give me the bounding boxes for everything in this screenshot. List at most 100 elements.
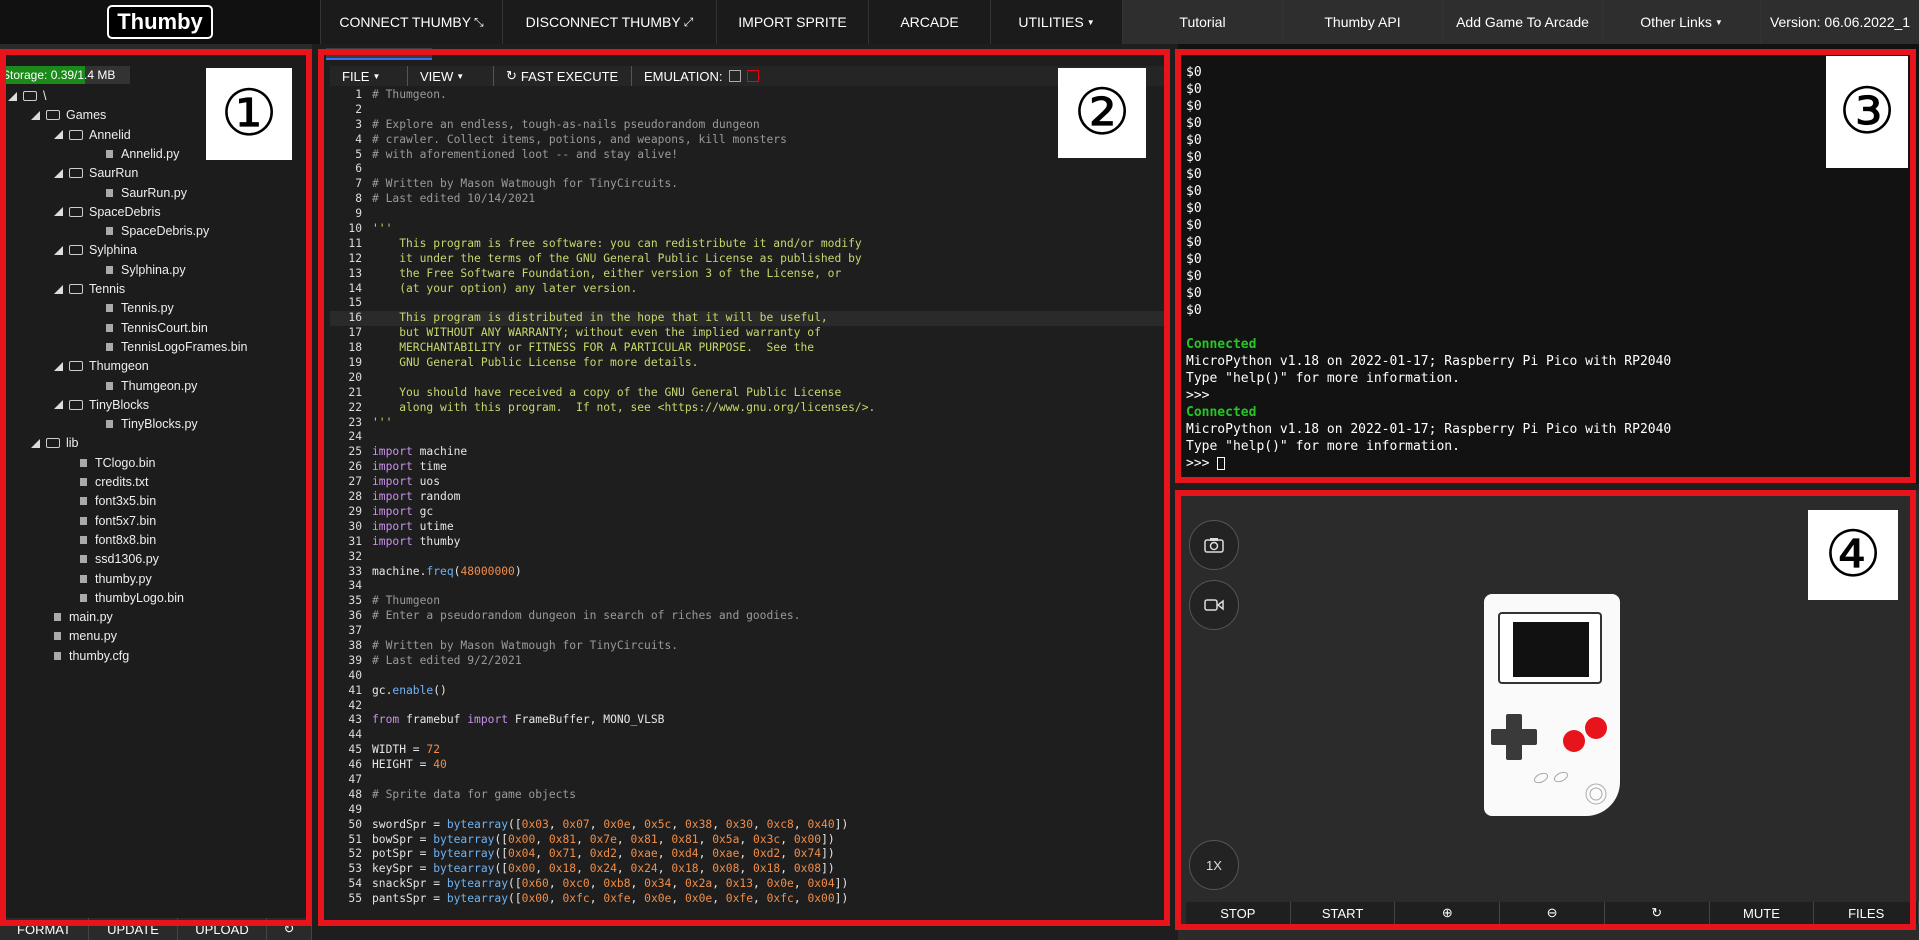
expand-triangle-icon[interactable] <box>54 284 63 294</box>
fast-execute-button[interactable]: ↻ FAST EXECUTE <box>494 66 632 86</box>
code-line: 17 but WITHOUT ANY WARRANTY; without eve… <box>330 326 1166 341</box>
expand-triangle-icon[interactable] <box>54 130 63 140</box>
tree-folder[interactable]: Sylphina <box>54 240 137 260</box>
zoom-in-icon[interactable]: ⊕ <box>1395 902 1501 924</box>
code-line: 46 HEIGHT = 40 <box>330 758 1166 773</box>
tree-file[interactable]: Annelid.py <box>106 144 179 164</box>
reset-icon[interactable]: ↻ <box>1605 902 1710 924</box>
files-button[interactable]: FILES <box>1814 902 1919 924</box>
tree-folder[interactable]: TinyBlocks <box>54 395 149 415</box>
tree-file[interactable]: main.py <box>54 607 113 627</box>
a-button <box>1585 717 1607 739</box>
dpad-icon[interactable] <box>1491 714 1537 760</box>
caret-down-icon: ▼ <box>1714 17 1723 27</box>
disconnect-thumby-button[interactable]: DISCONNECT THUMBY ⤢ <box>502 0 716 44</box>
import-sprite-button[interactable]: IMPORT SPRITE <box>716 0 868 44</box>
tree-file[interactable]: TennisCourt.bin <box>106 318 208 338</box>
expand-triangle-icon[interactable] <box>54 400 63 410</box>
tree-folder[interactable]: Tennis <box>54 279 125 299</box>
file-menu[interactable]: FILE ▼ <box>330 66 408 86</box>
shell-line: $0 <box>1186 252 1202 267</box>
mute-button[interactable]: MUTE <box>1710 902 1815 924</box>
tree-folder[interactable]: \ <box>8 86 46 106</box>
shell-line: $0 <box>1186 99 1202 114</box>
tree-file[interactable]: Thumgeon.py <box>106 376 197 396</box>
video-camera-icon[interactable] <box>1189 580 1239 630</box>
code-editor[interactable]: 1 # Thumgeon. 2 3 # Explore an endless, toug… <box>330 88 1166 938</box>
line-number: 24 <box>348 430 362 444</box>
tree-file[interactable]: SpaceDebris.py <box>106 221 209 241</box>
add-game-to-arcade-link[interactable]: Add Game To Arcade <box>1442 0 1602 44</box>
tree-file[interactable]: Tennis.py <box>106 298 174 318</box>
expand-triangle-icon[interactable] <box>54 168 63 178</box>
expand-triangle-icon[interactable] <box>54 207 63 217</box>
tree-folder[interactable]: SaurRun <box>54 163 138 183</box>
tree-file[interactable]: Sylphina.py <box>106 260 186 280</box>
tree-file[interactable]: font3x5.bin <box>80 491 156 511</box>
tree-file[interactable]: TClogo.bin <box>80 453 155 473</box>
tree-folder[interactable]: SpaceDebris <box>54 202 161 222</box>
tree-file[interactable]: thumby.cfg <box>54 646 129 666</box>
tree-folder[interactable]: Annelid <box>54 125 131 145</box>
tree-folder[interactable]: Thumgeon <box>54 356 149 376</box>
update-button[interactable]: UPDATE <box>89 918 178 940</box>
line-number: 12 <box>348 251 362 265</box>
tree-file[interactable]: TennisLogoFrames.bin <box>106 337 247 357</box>
tree-file[interactable]: ssd1306.py <box>80 549 159 569</box>
tree-item-label: \ <box>43 89 47 103</box>
tree-file[interactable]: SaurRun.py <box>106 183 187 203</box>
view-menu[interactable]: VIEW ▼ <box>408 66 494 86</box>
tree-folder[interactable]: Games <box>31 105 106 125</box>
zoom-button[interactable]: 1X <box>1189 840 1239 890</box>
stop-button[interactable]: STOP <box>1186 902 1291 924</box>
line-number: 16 <box>348 311 362 325</box>
tree-folder[interactable]: lib <box>31 433 79 453</box>
tree-file[interactable]: menu.py <box>54 626 117 646</box>
expand-triangle-icon[interactable] <box>54 245 63 255</box>
other-links-dropdown[interactable]: Other Links ▼ <box>1602 0 1760 44</box>
utilities-dropdown[interactable]: UTILITIES ▼ <box>990 0 1122 44</box>
start-button[interactable]: START <box>1291 902 1396 924</box>
code-line: 34 <box>330 579 1166 594</box>
camera-icon[interactable] <box>1189 520 1239 570</box>
tutorial-link[interactable]: Tutorial <box>1122 0 1282 44</box>
format-button[interactable]: FORMAT <box>0 918 89 940</box>
code-line: 11 This program is free software: you ca… <box>330 237 1166 252</box>
editor-tab[interactable] <box>326 48 432 60</box>
tree-file[interactable]: font8x8.bin <box>80 530 156 550</box>
upload-button[interactable]: UPLOAD <box>178 918 267 940</box>
emulation-checkbox[interactable] <box>728 70 741 82</box>
expand-triangle-icon[interactable] <box>31 438 40 448</box>
tree-file[interactable]: TinyBlocks.py <box>106 414 198 434</box>
code-line: 22 along with this program. If not, see … <box>330 401 1166 416</box>
connect-thumby-button[interactable]: CONNECT THUMBY ⤡ <box>320 0 502 44</box>
refresh-icon[interactable]: ↻ <box>267 918 312 940</box>
tree-item-label: Tennis.py <box>121 301 174 316</box>
zoom-out-icon[interactable]: ⊖ <box>1500 902 1605 924</box>
tree-item-label: Thumgeon <box>89 359 149 374</box>
tree-file[interactable]: thumbyLogo.bin <box>80 588 184 608</box>
code-line: 7 # Written by Mason Watmough for TinyCir… <box>330 177 1166 192</box>
shell-line: Connected <box>1186 337 1257 352</box>
tree-file[interactable]: font5x7.bin <box>80 511 156 531</box>
shell-terminal[interactable]: $0 $0 $0 $0 $0 $0 $0 $0 $0 $0 $0 $0 $0 $0 $0 Connected M… <box>1186 64 1886 474</box>
expand-triangle-icon[interactable] <box>8 91 17 101</box>
line-number: 23 <box>348 415 362 429</box>
tree-item-label: TinyBlocks <box>89 397 149 412</box>
emulation-color-swatch[interactable] <box>746 70 759 82</box>
arcade-button[interactable]: ARCADE <box>868 0 990 44</box>
line-number: 17 <box>348 326 362 340</box>
expand-triangle-icon[interactable] <box>54 361 63 371</box>
thumby-api-link[interactable]: Thumby API <box>1282 0 1442 44</box>
tree-item-label: font8x8.bin <box>95 532 157 547</box>
start-button <box>1553 771 1569 783</box>
line-number: 14 <box>348 281 362 295</box>
select-button <box>1533 772 1549 784</box>
shell-line: $0 <box>1186 286 1202 301</box>
code-line: 48 # Sprite data for game objects <box>330 788 1166 803</box>
tree-file[interactable]: credits.txt <box>80 472 149 492</box>
tree-file[interactable]: thumby.py <box>80 569 152 589</box>
tree-item-label: Sylphina <box>89 243 137 258</box>
line-number: 26 <box>348 460 362 474</box>
expand-triangle-icon[interactable] <box>31 110 40 120</box>
